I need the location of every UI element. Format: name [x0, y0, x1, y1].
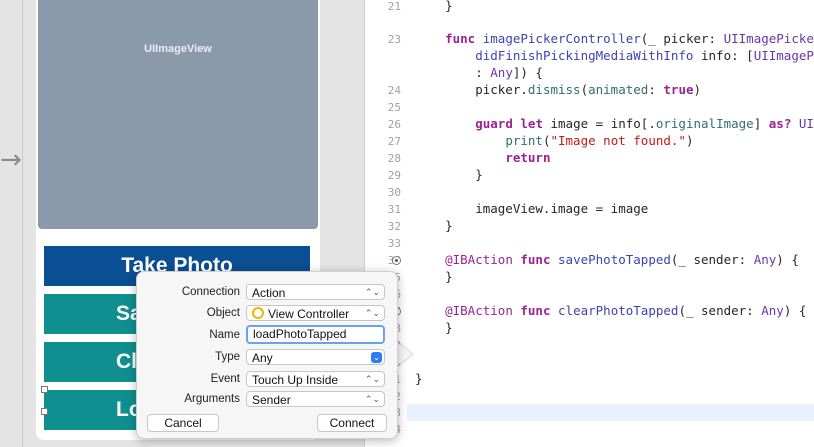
chevron-updown-icon: ⌃⌄ [364, 309, 380, 319]
code-line: @IBAction func savePhotoTapped(_ sender:… [445, 252, 799, 267]
connection-value: Action [252, 286, 286, 300]
chevron-updown-icon: ⌃⌄ [364, 288, 380, 298]
line-number: 29 [387, 169, 401, 182]
line-number: 31 [387, 203, 401, 216]
resize-handle[interactable] [41, 386, 48, 393]
code-line: : Any]) { [415, 65, 543, 80]
code-line: } [415, 218, 453, 233]
chevron-updown-icon: ⌃⌄ [364, 375, 380, 385]
object-popup[interactable]: View Controller ⌃⌄ [246, 305, 385, 321]
code-line: } [415, 269, 453, 284]
name-value: loadPhotoTapped [253, 327, 347, 341]
object-label: Object [206, 307, 240, 319]
type-label: Type [215, 351, 240, 363]
code-editor[interactable]: 21 } 23 func imagePickerController(_ pick… [365, 0, 814, 447]
image-view-label: UIImageView [144, 43, 212, 55]
line-number: 24 [387, 84, 401, 97]
event-popup[interactable]: Touch Up Inside ⌃⌄ [246, 371, 385, 387]
chevron-down-icon[interactable]: ⌄ [371, 352, 382, 363]
line-number: 32 [387, 220, 401, 233]
connection-dot-icon[interactable] [392, 256, 401, 265]
entry-point-arrow-icon: → [0, 145, 22, 175]
code-line: picker.dismiss(animated: true) [415, 82, 702, 97]
type-combobox[interactable]: Any ⌄ [246, 349, 385, 365]
line-number: 25 [387, 101, 401, 114]
current-line-highlight [407, 404, 814, 421]
code-line: return [505, 150, 551, 165]
chevron-updown-icon: ⌃⌄ [364, 395, 380, 405]
image-view[interactable]: UIImageView [38, 0, 318, 229]
connection-popover[interactable]: Connection Action ⌃⌄ Object View Control… [136, 271, 398, 439]
type-value: Any [252, 351, 273, 365]
resize-handle[interactable] [41, 408, 48, 415]
object-value: View Controller [268, 307, 350, 321]
arguments-value: Sender [252, 393, 291, 407]
code-line: imageView.image = image [415, 201, 649, 216]
line-number: 23 [387, 33, 401, 46]
arguments-label: Arguments [184, 393, 240, 405]
code-line: guard let image = info[.originalImage] a… [475, 116, 814, 131]
event-label: Event [210, 373, 240, 385]
cancel-button[interactable]: Cancel [147, 414, 219, 432]
code-line: } [415, 320, 453, 335]
connection-popup[interactable]: Action ⌃⌄ [246, 284, 385, 300]
code-line: func imagePickerController(_ picker: UII… [445, 31, 814, 46]
code-line: @IBAction func clearPhotoTapped(_ sender… [445, 303, 807, 318]
name-field[interactable]: loadPhotoTapped [246, 325, 385, 344]
scene-divider [22, 0, 23, 447]
view-controller-icon [252, 307, 264, 319]
code-line: } [415, 0, 453, 13]
code-line: } [415, 167, 483, 182]
arguments-popup[interactable]: Sender ⌃⌄ [246, 391, 385, 407]
code-line: print("Image not found.") [505, 133, 694, 148]
connection-label: Connection [181, 286, 240, 298]
code-line: didFinishPickingMediaWithInfo info: [UII… [475, 48, 814, 63]
event-value: Touch Up Inside [252, 373, 339, 387]
name-label: Name [209, 329, 240, 341]
line-number: 30 [387, 186, 401, 199]
line-number: 26 [387, 118, 401, 131]
line-number: 21 [387, 0, 401, 13]
line-number: 33 [387, 237, 401, 250]
line-number: 28 [387, 152, 401, 165]
line-number: 27 [387, 135, 401, 148]
code-line: } [415, 371, 423, 386]
connect-button[interactable]: Connect [317, 414, 387, 432]
